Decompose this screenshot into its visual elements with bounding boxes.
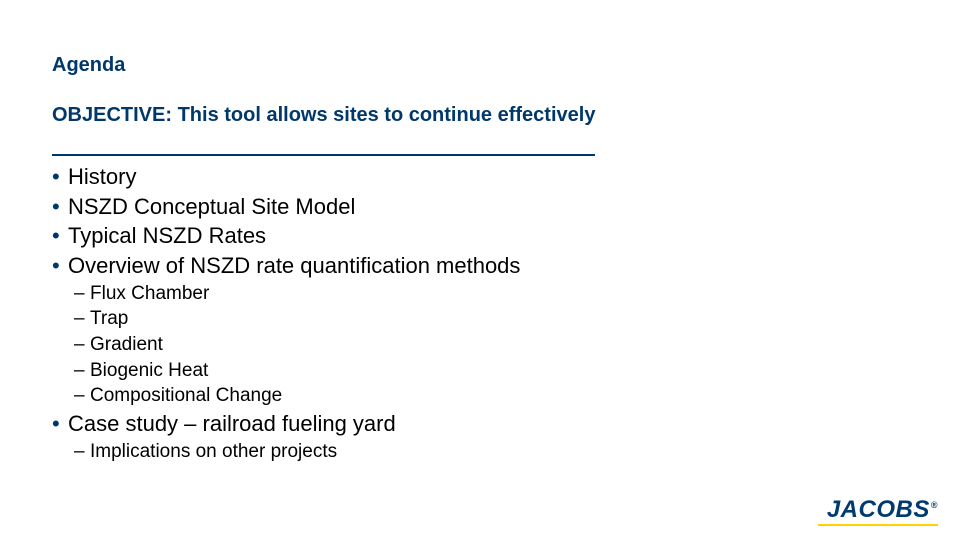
sub-text: Flux Chamber: [90, 281, 209, 307]
sub-text: Biogenic Heat: [90, 358, 208, 384]
bullet-history: • History: [52, 162, 960, 192]
bullet-dot-icon: •: [52, 413, 68, 435]
slide-title: Agenda OBJECTIVE: This tool allows sites…: [52, 28, 595, 156]
bullet-overview: • Overview of NSZD rate quantification m…: [52, 251, 960, 281]
registered-icon: ®: [931, 500, 938, 510]
sub-trap: – Trap: [74, 306, 960, 332]
dash-icon: –: [74, 281, 90, 307]
bullet-text: Overview of NSZD rate quantification met…: [68, 251, 520, 281]
bullet-case-study: • Case study – railroad fueling yard: [52, 409, 960, 439]
dash-icon: –: [74, 383, 90, 409]
sub-implications: – Implications on other projects: [74, 439, 960, 465]
title-line-2: OBJECTIVE: This tool allows sites to con…: [52, 103, 595, 128]
sub-compositional-change: – Compositional Change: [74, 383, 960, 409]
jacobs-logo: JACOBS®: [827, 498, 938, 522]
sub-text: Compositional Change: [90, 383, 282, 409]
sub-text: Trap: [90, 306, 128, 332]
dash-icon: –: [74, 439, 90, 465]
bullet-text: Typical NSZD Rates: [68, 221, 266, 251]
title-line-1: Agenda: [52, 53, 595, 78]
dash-icon: –: [74, 332, 90, 358]
logo-word: JACOBS: [827, 496, 930, 523]
slide-body: • History • NSZD Conceptual Site Model •…: [52, 162, 960, 464]
sub-flux-chamber: – Flux Chamber: [74, 281, 960, 307]
bullet-dot-icon: •: [52, 255, 68, 277]
bullet-dot-icon: •: [52, 225, 68, 247]
bullet-text: History: [68, 162, 136, 192]
bullet-dot-icon: •: [52, 166, 68, 188]
bullet-text: Case study – railroad fueling yard: [68, 409, 396, 439]
logo-text: JACOBS®: [827, 498, 938, 522]
sub-text: Implications on other projects: [90, 439, 337, 465]
sub-gradient: – Gradient: [74, 332, 960, 358]
slide: Agenda OBJECTIVE: This tool allows sites…: [0, 0, 960, 540]
bullet-rates: • Typical NSZD Rates: [52, 221, 960, 251]
bullet-dot-icon: •: [52, 196, 68, 218]
dash-icon: –: [74, 358, 90, 384]
sub-text: Gradient: [90, 332, 163, 358]
dash-icon: –: [74, 306, 90, 332]
bullet-text: NSZD Conceptual Site Model: [68, 192, 355, 222]
bullet-model: • NSZD Conceptual Site Model: [52, 192, 960, 222]
sub-biogenic-heat: – Biogenic Heat: [74, 358, 960, 384]
logo-underline: [818, 524, 938, 526]
